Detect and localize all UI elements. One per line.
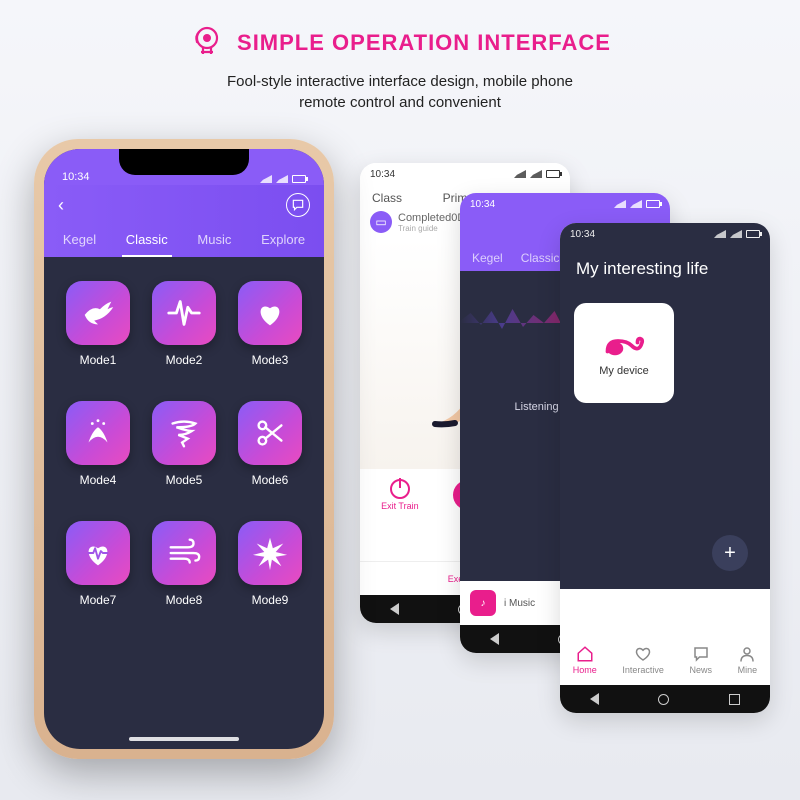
bird-icon (79, 294, 117, 332)
device-card-label: My device (599, 365, 649, 377)
tab-kegel[interactable]: Kegel (59, 232, 100, 257)
heart-icon (634, 645, 652, 663)
user-icon (738, 645, 756, 663)
tab-news[interactable]: News (690, 645, 713, 675)
tab-classic[interactable]: Classic (521, 251, 560, 265)
scissors-icon (251, 414, 289, 452)
phone-home: 10:34 My interesting life My device + Ho… (560, 223, 770, 713)
heart-pulse-icon (79, 534, 117, 572)
chat-icon[interactable] (286, 193, 310, 217)
plus-icon: + (724, 542, 736, 565)
power-icon (390, 479, 410, 499)
nav-home-icon[interactable] (658, 694, 669, 705)
wind-icon (165, 534, 203, 572)
status-time: 10:34 (570, 229, 595, 240)
nav-recent-icon[interactable] (729, 694, 740, 705)
nav-back-icon[interactable] (590, 693, 599, 705)
mode-8[interactable]: Mode8 (148, 521, 220, 607)
status-time: 10:34 (370, 169, 395, 180)
label-class[interactable]: Class (372, 191, 402, 205)
exit-train-button[interactable]: Exit Train (381, 479, 419, 511)
tab-explore[interactable]: Explore (257, 232, 309, 257)
home-indicator[interactable] (129, 737, 239, 741)
splash-icon (79, 414, 117, 452)
status-bar: 10:34 (360, 163, 570, 185)
device-icon (601, 329, 647, 359)
pulse-icon (165, 294, 203, 332)
status-time: 10:34 (470, 199, 495, 210)
status-bar: 10:34 (560, 223, 770, 245)
music-note-icon: ♪ (470, 590, 496, 616)
completed-sub: Train guide (398, 224, 465, 233)
mode-1[interactable]: Mode1 (62, 281, 134, 367)
mode-2[interactable]: Mode2 (148, 281, 220, 367)
burst-icon (251, 534, 289, 572)
app-header: ‹ Kegel Classic Music Explore (44, 185, 324, 257)
device-card[interactable]: My device (574, 303, 674, 403)
home-icon (576, 645, 594, 663)
tab-mine[interactable]: Mine (738, 645, 758, 675)
head-icon (189, 22, 225, 63)
page-header: SIMPLE OPERATION INTERFACE Fool-style in… (0, 0, 800, 113)
phone-notch (119, 149, 249, 175)
book-icon: ▭ (370, 211, 392, 233)
nav-back-icon[interactable] (490, 633, 499, 645)
nav-back-icon[interactable] (390, 603, 399, 615)
tab-interactive[interactable]: Interactive (622, 645, 664, 675)
mode-4[interactable]: Mode4 (62, 401, 134, 487)
status-bar: 10:34 (460, 193, 670, 215)
tab-bar: Kegel Classic Music Explore (44, 232, 324, 257)
tab-home[interactable]: Home (573, 645, 597, 675)
mode-6[interactable]: Mode6 (234, 401, 306, 487)
page-title: My interesting life (560, 245, 770, 289)
mode-7[interactable]: Mode7 (62, 521, 134, 607)
heart-icon (251, 294, 289, 332)
phone-classic: 10:34 ‹ Kegel Classic Music Explore M (34, 139, 334, 759)
music-label: i Music (504, 598, 535, 609)
chat-icon (692, 645, 710, 663)
header-subtitle: Fool-style interactive interface design,… (0, 71, 800, 113)
status-time: 10:34 (62, 171, 90, 183)
mode-3[interactable]: Mode3 (234, 281, 306, 367)
tornado-icon (165, 414, 203, 452)
back-icon[interactable]: ‹ (58, 195, 64, 216)
tab-music[interactable]: Music (193, 232, 235, 257)
tab-kegel[interactable]: Kegel (472, 251, 503, 265)
android-navbar (560, 685, 770, 713)
tab-classic[interactable]: Classic (122, 232, 172, 257)
mode-grid: Mode1 Mode2 Mode3 Mode4 Mode5 (44, 257, 324, 631)
mode-9[interactable]: Mode9 (234, 521, 306, 607)
bottom-nav: Home Interactive News Mine (560, 635, 770, 685)
mode-5[interactable]: Mode5 (148, 401, 220, 487)
completed-label: Completed0D (398, 212, 465, 224)
add-button[interactable]: + (712, 535, 748, 571)
header-title: SIMPLE OPERATION INTERFACE (237, 30, 611, 56)
